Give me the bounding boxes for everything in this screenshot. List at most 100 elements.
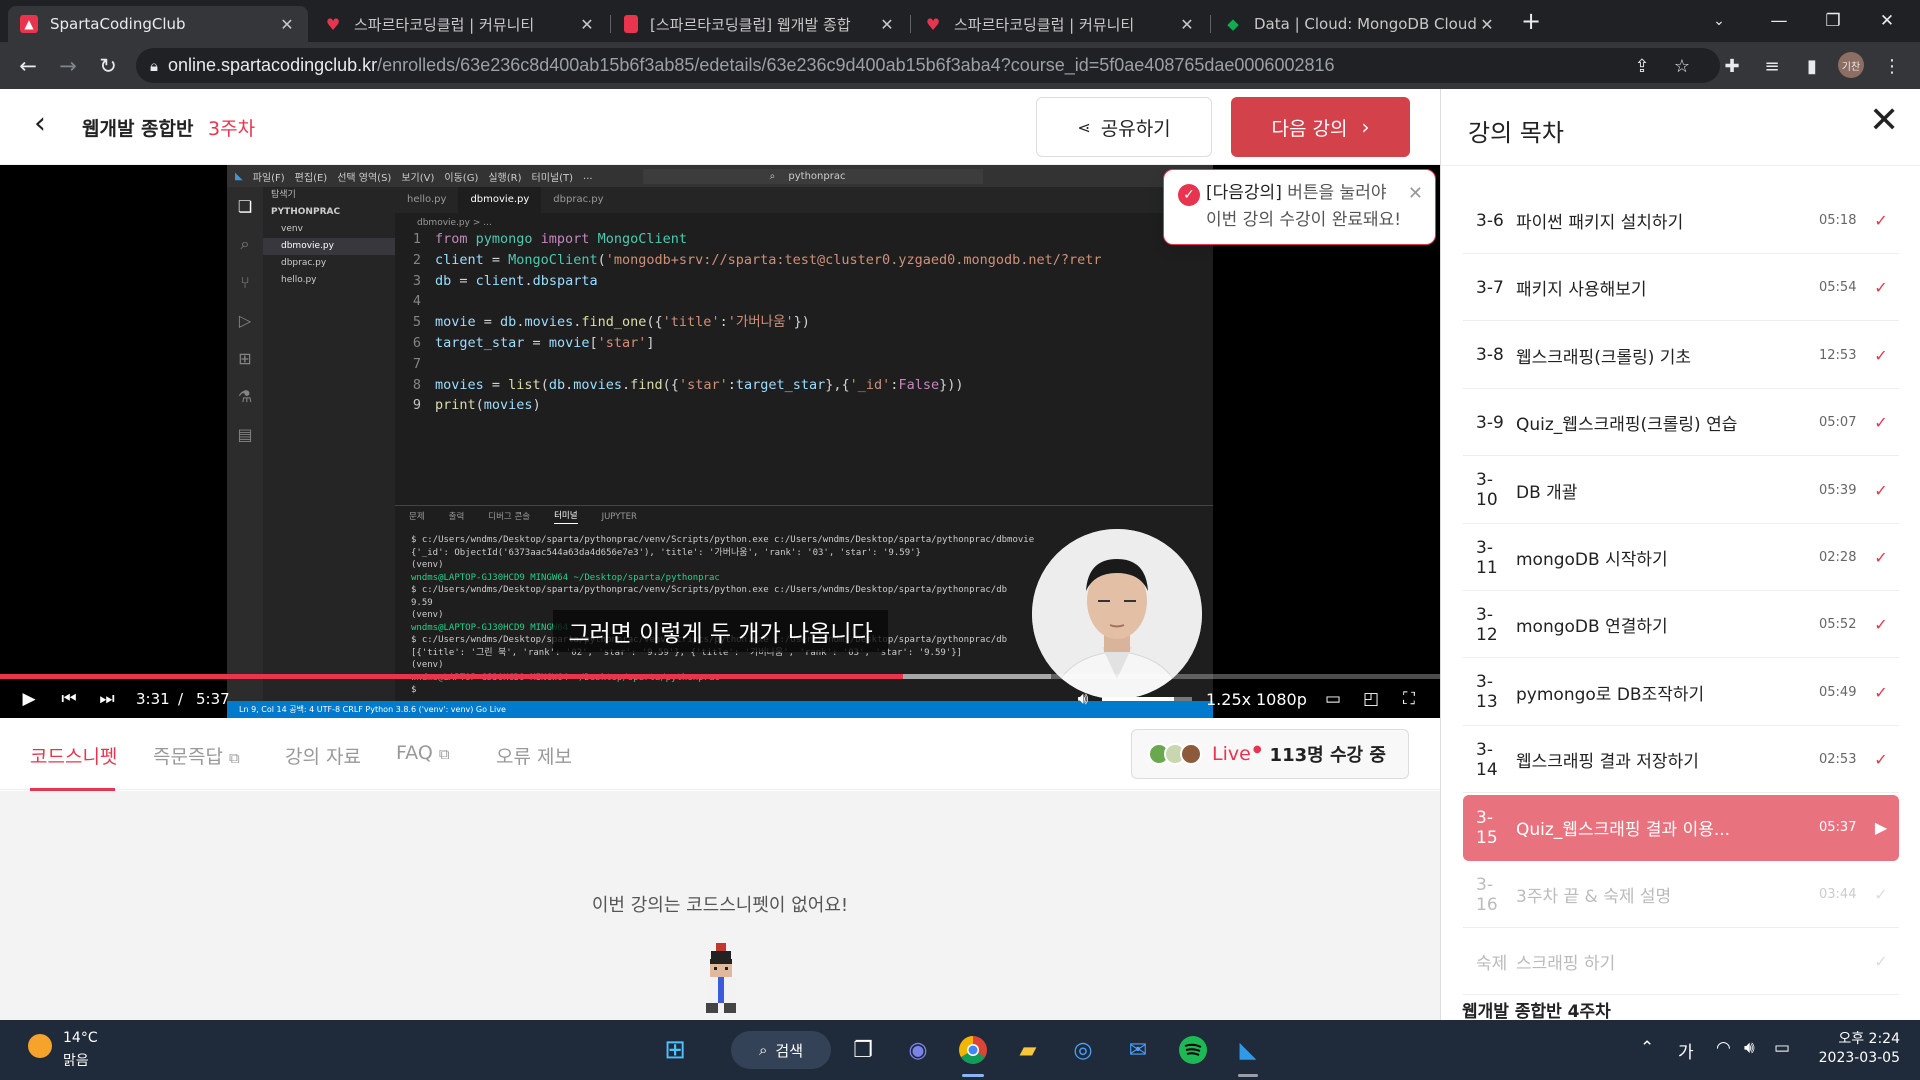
reload-icon[interactable]: ↻ [92, 50, 124, 82]
sparta-favicon-icon: ▲ [20, 15, 38, 33]
volume-icon[interactable]: 🔊︎ [1068, 684, 1098, 714]
curriculum-item[interactable]: 3-14 웹스크래핑 결과 저장하기 02:53 ✓ [1463, 727, 1899, 794]
taskbar-search[interactable]: ⌕ 검색 [731, 1031, 831, 1069]
url-omnibox[interactable]: 🔒︎ online.spartacodingclub.kr/enrolleds/… [136, 48, 1720, 83]
live-dot: ● [1252, 744, 1262, 755]
skip-next-icon[interactable]: ⏭ [90, 684, 124, 714]
run-debug-icon: ▷ [238, 310, 252, 330]
browser-tab-3[interactable]: ♥ 스파르타코딩클럽 | 커뮤니티 ✕ [912, 6, 1208, 42]
chrome-menu-icon[interactable]: ⋮ [1878, 52, 1906, 80]
media-control-icon[interactable]: ≡ [1758, 52, 1786, 80]
tab-search-icon[interactable]: ⌄ [1696, 0, 1742, 42]
vscode-search-label: pythonprac [788, 170, 846, 182]
vscode-explorer: 탐색기 PYTHONPRAC venv dbmovie.py dbprac.py… [263, 187, 395, 718]
curriculum-item[interactable]: 3-13 pymongo로 DB조작하기 05:49 ✓ [1463, 660, 1899, 726]
wifi-icon[interactable]: ◠ [1716, 1038, 1731, 1058]
curriculum-item[interactable]: 3-7 패키지 사용해보기 05:54 ✓ [1463, 255, 1899, 322]
tab-materials[interactable]: 강의 자료 [285, 742, 361, 769]
sun-icon[interactable] [28, 1034, 52, 1058]
curriculum-item[interactable]: 3-12 mongoDB 연결하기 05:52 ✓ [1463, 592, 1899, 659]
curriculum-item[interactable]: 숙제 스크래핑 하기 ✓ [1463, 929, 1899, 996]
chrome-icon[interactable] [953, 1030, 993, 1070]
forward-arrow-icon[interactable]: → [52, 50, 84, 82]
ime-indicator[interactable]: 가 [1678, 1038, 1694, 1063]
windows-start-icon[interactable]: ⊞ [655, 1030, 695, 1070]
tab-close-icon[interactable]: ✕ [878, 15, 896, 34]
new-tab-icon[interactable]: + [1508, 0, 1554, 42]
curriculum-item[interactable]: 3-10 DB 개괄 05:39 ✓ [1463, 458, 1899, 524]
week-label: 3주차 [208, 118, 256, 140]
video-progress-bar[interactable] [0, 674, 1440, 679]
search-app-icon[interactable]: ◎ [1063, 1030, 1103, 1070]
speaker-icon[interactable]: 🔊︎ [1744, 1038, 1755, 1058]
lecture-title: DB 개괄 [1516, 482, 1578, 503]
tooltip-highlight: [다음강의] [1206, 183, 1282, 203]
next-lecture-label: 다음 강의 [1271, 117, 1348, 140]
browser-tab-1[interactable]: ♥ 스파르타코딩클럽 | 커뮤니티 ✕ [312, 6, 608, 42]
task-view-icon[interactable]: ❐ [843, 1030, 883, 1070]
tab-code-snippet[interactable]: 코드스니펫 [30, 742, 117, 769]
tab-close-icon[interactable]: ✕ [1478, 15, 1496, 34]
external-link-icon: ⧉ [228, 749, 240, 767]
spotify-logo [1179, 1036, 1207, 1064]
video-quality[interactable]: 1080p [1256, 684, 1307, 714]
curriculum-item[interactable]: 3-15 Quiz_웹스크래핑 결과 이용... 05:37 ▶ [1463, 794, 1899, 861]
volume-slider[interactable] [1102, 697, 1192, 701]
curriculum-item[interactable]: 3-6 파이썬 패키지 설치하기 05:18 ✓ [1463, 188, 1899, 254]
tab-label: Data | Cloud: MongoDB Cloud [1254, 15, 1477, 33]
lecture-title: 스크래핑 하기 [1516, 954, 1616, 975]
teams-chat-icon[interactable]: ◉ [898, 1030, 938, 1070]
code-line: 1 from pymongo import MongoClient [412, 231, 687, 247]
skip-previous-icon[interactable]: ⏮ [52, 684, 86, 714]
battery-icon[interactable]: ▭ [1774, 1038, 1790, 1058]
tab-close-icon[interactable]: ✕ [1178, 15, 1196, 34]
back-arrow-icon[interactable]: ← [12, 50, 44, 82]
clock-time[interactable]: 오후 2:24 [1810, 1028, 1900, 1048]
playback-speed[interactable]: 1.25x [1206, 684, 1251, 714]
next-week-header[interactable]: 웹개발 종합반 4주차 [1462, 997, 1611, 1022]
tab-qna[interactable]: 즉문즉답 ⧉ [153, 742, 240, 769]
curriculum-item[interactable]: 3-8 웹스크래핑(크롤링) 기초 12:53 ✓ [1463, 323, 1899, 389]
check-icon: ✓ [1874, 682, 1888, 702]
check-icon: ✓ [1874, 885, 1888, 904]
clock-date[interactable]: 2023-03-05 [1810, 1050, 1900, 1066]
browser-tab-2[interactable]: [스파르타코딩클럽] 웹개발 종합 ✕ [612, 6, 908, 42]
extensions-puzzle-icon[interactable]: ✚ [1718, 52, 1746, 80]
profile-avatar[interactable]: 기찬 [1838, 52, 1864, 78]
tab-close-icon[interactable]: ✕ [278, 15, 296, 34]
file-explorer-icon[interactable]: ▰ [1008, 1030, 1048, 1070]
mail-icon[interactable]: ✉ [1118, 1030, 1158, 1070]
share-button[interactable]: ⋖ 공유하기 [1036, 97, 1212, 157]
window-close-icon[interactable]: ✕ [1864, 0, 1910, 42]
picture-in-picture-icon[interactable]: ◰ [1356, 684, 1386, 714]
captions-icon[interactable]: ▭ [1318, 684, 1348, 714]
next-lecture-button[interactable]: 다음 강의 › [1231, 97, 1410, 157]
curriculum-item[interactable]: 3-16 3주차 끝 & 숙제 설명 03:44 ✓ [1463, 862, 1899, 928]
tab-report-error[interactable]: 오류 제보 [496, 742, 572, 769]
tab-faq[interactable]: FAQ ⧉ [396, 742, 450, 764]
minimize-icon[interactable]: — [1756, 0, 1802, 42]
tab-label: FAQ [396, 742, 433, 764]
play-icon[interactable]: ▶ [12, 684, 46, 714]
lecture-duration: 12:53 [1819, 347, 1857, 363]
side-panel-icon[interactable]: ▮ [1798, 52, 1826, 80]
pixel-character-illustration [706, 943, 736, 1013]
back-chevron-icon[interactable]: ‹ [34, 109, 46, 139]
browser-tab-4[interactable]: ◆ Data | Cloud: MongoDB Cloud ✕ [1212, 6, 1508, 42]
restore-icon[interactable]: ❐ [1810, 0, 1856, 42]
tab-close-icon[interactable]: ✕ [578, 15, 596, 34]
lecture-duration: 05:54 [1819, 280, 1857, 296]
spotify-icon[interactable] [1173, 1030, 1213, 1070]
check-icon: ✓ [1874, 211, 1888, 230]
video-player[interactable]: ◣ 파일(F) 편집(E) 선택 영역(S) 보기(V) 이동(G) 실행(R)… [0, 165, 1440, 718]
curriculum-item[interactable]: 3-11 mongoDB 시작하기 02:28 ✓ [1463, 525, 1899, 591]
sidebar-close-icon[interactable]: ✕ [1869, 103, 1899, 139]
share-page-icon[interactable]: ⇪ [1628, 52, 1656, 80]
curriculum-item[interactable]: 3-9 Quiz_웹스크래핑(크롤링) 연습 05:07 ✓ [1463, 390, 1899, 457]
tooltip-close-icon[interactable]: ✕ [1408, 180, 1423, 207]
tray-chevron-icon[interactable]: ⌃ [1640, 1038, 1654, 1058]
browser-tab-0[interactable]: ▲ SpartaCodingClub ✕ [8, 6, 308, 42]
fullscreen-icon[interactable]: ⛶ [1394, 684, 1424, 714]
vscode-icon[interactable]: ◣ [1228, 1030, 1268, 1070]
bookmark-star-icon[interactable]: ☆ [1668, 52, 1696, 80]
